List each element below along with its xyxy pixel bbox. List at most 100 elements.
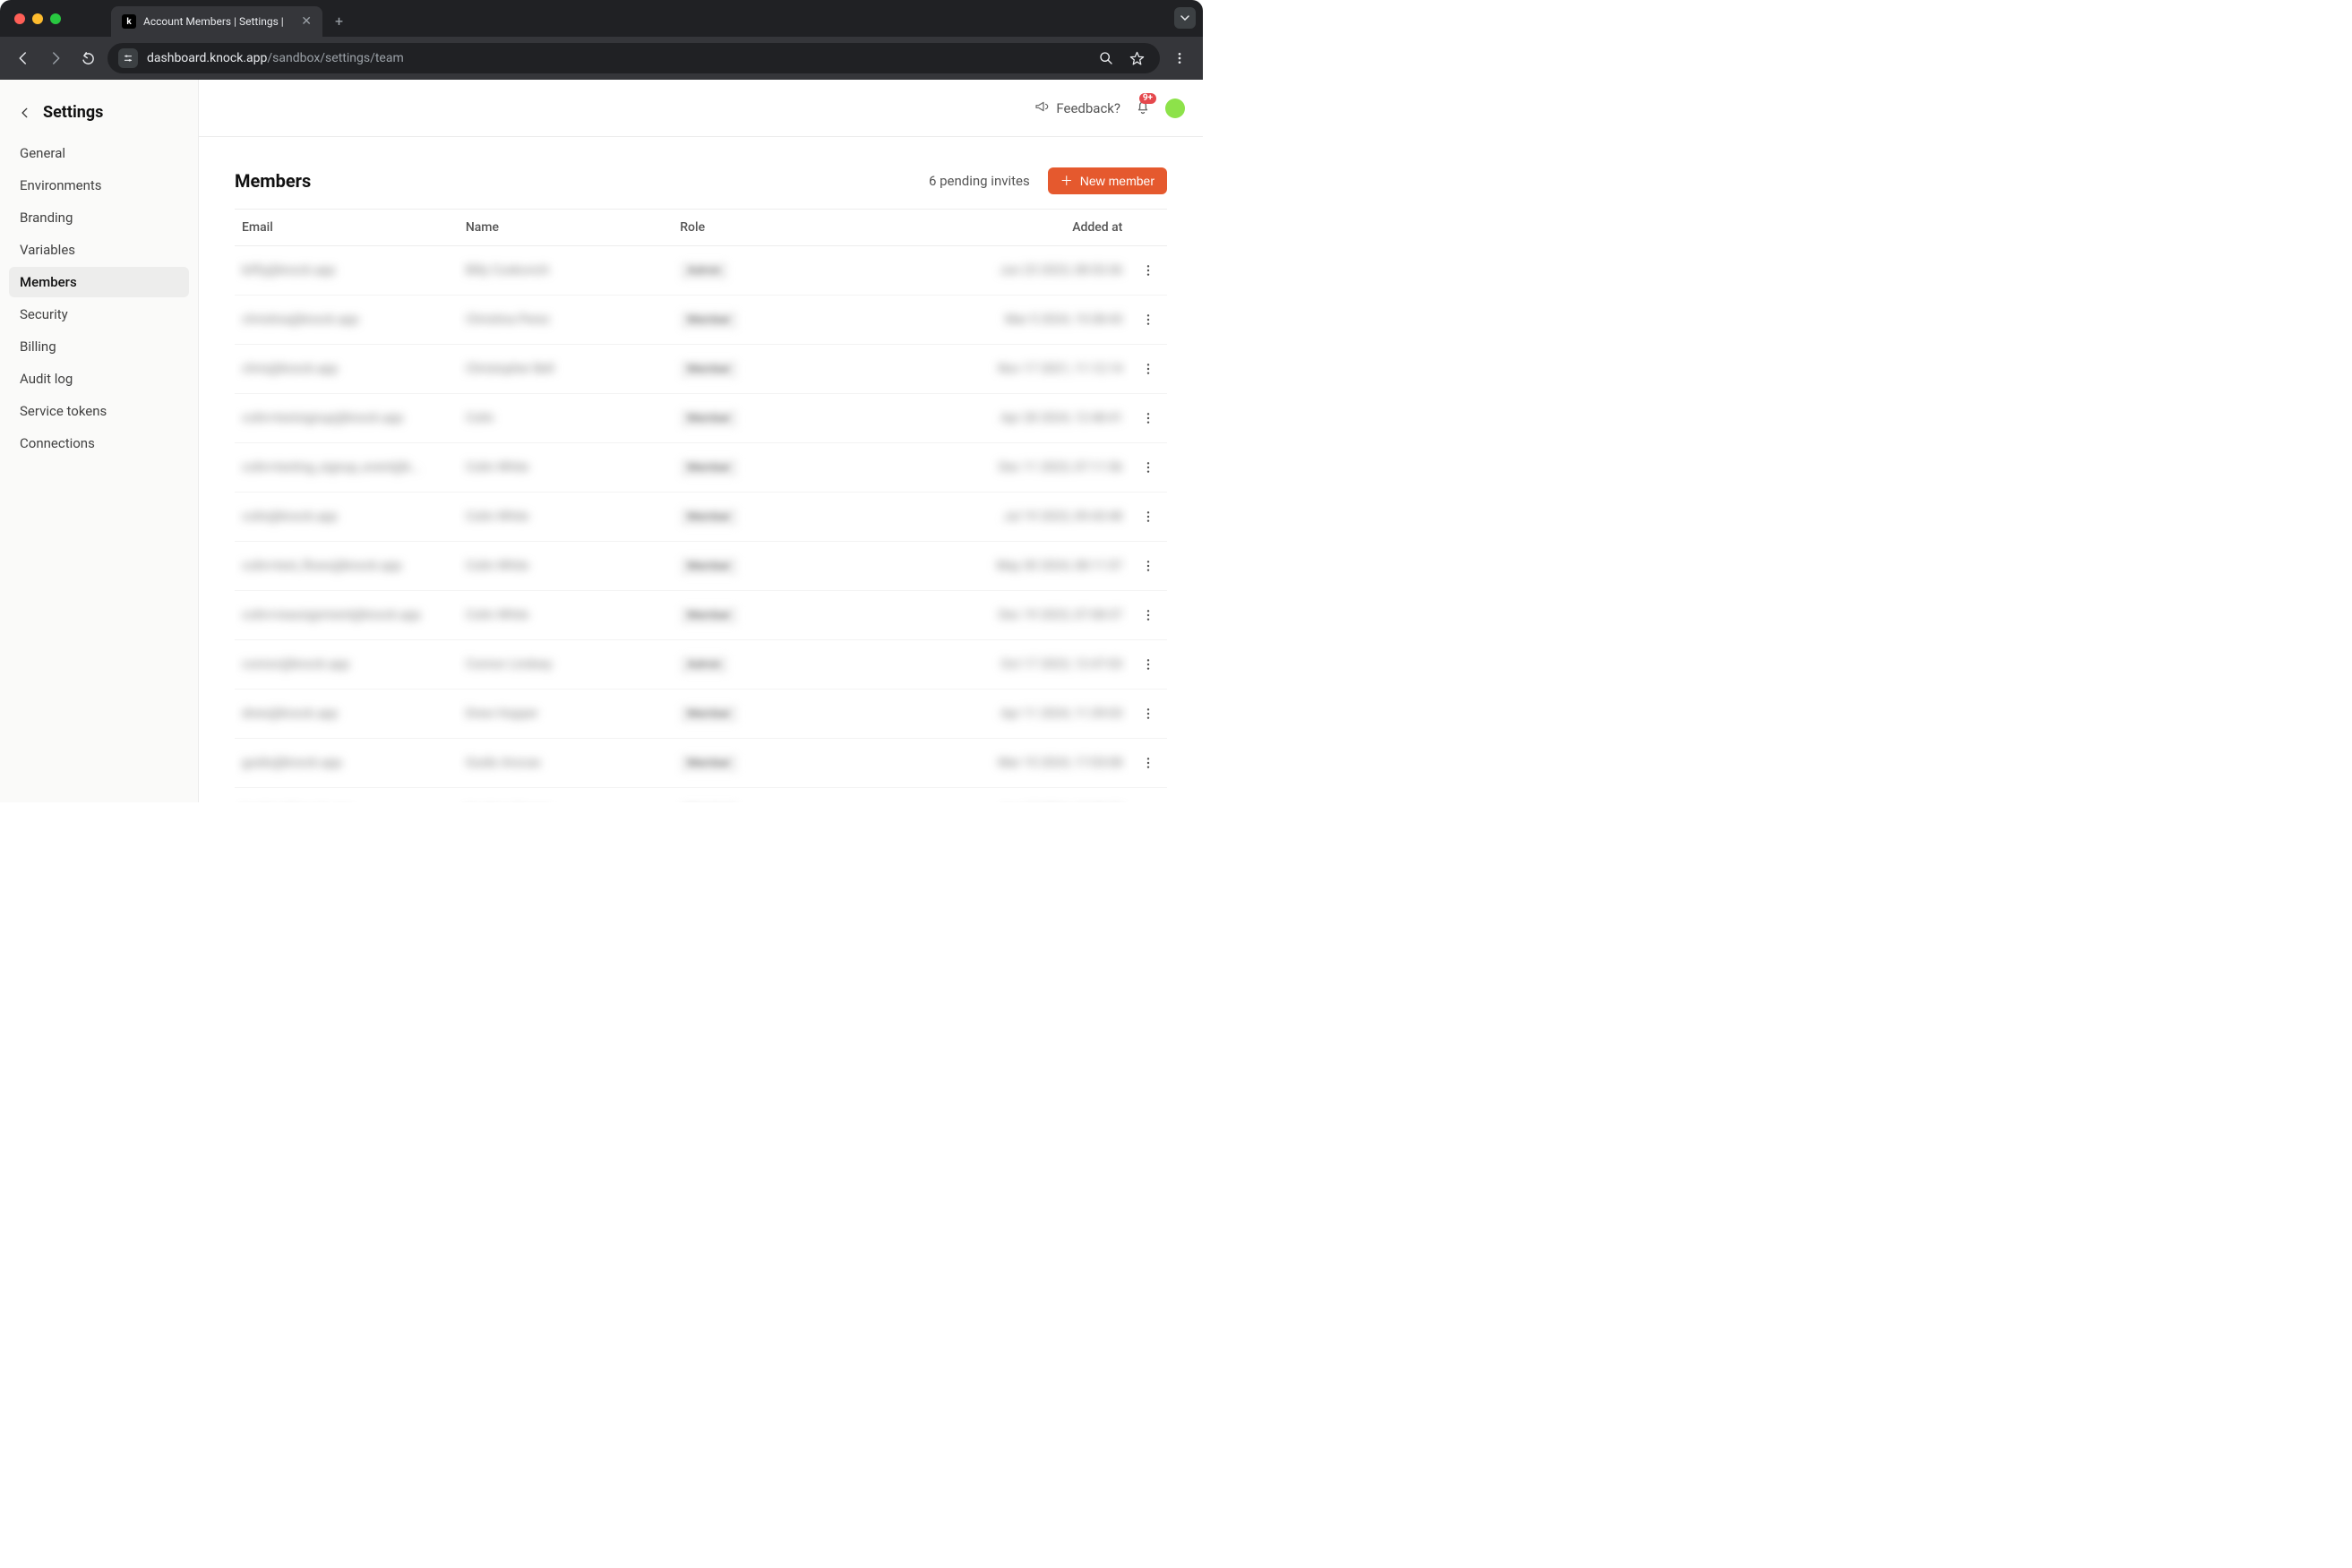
new-tab-button[interactable]: +	[335, 13, 343, 30]
cell-added-at: Mar 15 2024, 17:03:08	[878, 739, 1129, 788]
page-title: Members	[235, 170, 311, 192]
cell-actions	[1129, 542, 1167, 591]
table-row: colin+testing_signup_event@k...Colin Whi…	[235, 443, 1167, 493]
sidebar-item-environments[interactable]: Environments	[9, 170, 189, 201]
row-menu-button[interactable]	[1137, 654, 1159, 675]
cell-email: colin+testing_signup_event@k...	[235, 443, 459, 493]
sidebar-item-general[interactable]: General	[9, 138, 189, 168]
topbar: Feedback? 9+	[199, 80, 1203, 137]
browser-forward-button[interactable]	[43, 46, 68, 71]
cell-actions	[1129, 739, 1167, 788]
browser-tab-strip: k Account Members | Settings | ✕ +	[0, 0, 1203, 37]
col-header-email: Email	[235, 210, 459, 246]
cell-role: Member	[673, 542, 878, 591]
cell-name: Colin White	[459, 493, 673, 542]
cell-role: Member	[673, 443, 878, 493]
cell-added-at: Jun 23 2023, 08:53:36	[878, 246, 1129, 296]
cell-actions	[1129, 493, 1167, 542]
sidebar-item-connections[interactable]: Connections	[9, 428, 189, 458]
sidebar-title: Settings	[43, 103, 103, 122]
row-menu-button[interactable]	[1137, 801, 1159, 802]
cell-role: Admin	[673, 246, 878, 296]
cell-added-at: Oct 17 2023, 12:47:03	[878, 640, 1129, 690]
sidebar-item-variables[interactable]: Variables	[9, 235, 189, 265]
row-menu-button[interactable]	[1137, 457, 1159, 478]
sidebar-item-branding[interactable]: Branding	[9, 202, 189, 233]
cell-added-at: Mar 5 2024, 15:38:43	[878, 296, 1129, 345]
new-member-label: New member	[1080, 174, 1155, 188]
table-row: chris@knock.appChristopher BellMemberNov…	[235, 345, 1167, 394]
members-table: Email Name Role Added at biffy@knock.app…	[235, 209, 1167, 802]
table-row: colin+reassignment@knock.appColin WhiteM…	[235, 591, 1167, 640]
browser-back-button[interactable]	[11, 46, 36, 71]
feedback-button[interactable]: Feedback?	[1034, 99, 1120, 117]
cell-role: Member	[673, 788, 878, 802]
back-icon[interactable]	[16, 104, 34, 122]
sidebar-item-security[interactable]: Security	[9, 299, 189, 330]
cell-actions	[1129, 296, 1167, 345]
row-menu-button[interactable]	[1137, 703, 1159, 724]
cell-role: Member	[673, 296, 878, 345]
pending-invites-link[interactable]: 6 pending invites	[929, 173, 1030, 189]
cell-actions	[1129, 788, 1167, 802]
cell-name: Connor Lindsey	[459, 640, 673, 690]
browser-tab[interactable]: k Account Members | Settings | ✕	[111, 6, 322, 37]
bookmark-star-icon[interactable]	[1124, 46, 1149, 71]
cell-role: Member	[673, 394, 878, 443]
window-controls	[14, 13, 61, 24]
table-row: drew@knock.appDrew HopperMemberApr 11 20…	[235, 690, 1167, 739]
site-settings-icon[interactable]	[118, 48, 138, 68]
row-menu-button[interactable]	[1137, 506, 1159, 527]
row-menu-button[interactable]	[1137, 358, 1159, 380]
table-row: christina@knock.appChristina PerezMember…	[235, 296, 1167, 345]
cell-role: Member	[673, 690, 878, 739]
table-row: colin+testsignup@knock.appColinMemberApr…	[235, 394, 1167, 443]
window-maximize-button[interactable]	[50, 13, 61, 24]
url-bar[interactable]: dashboard.knock.app/sandbox/settings/tea…	[107, 43, 1160, 73]
sidebar-item-audit-log[interactable]: Audit log	[9, 364, 189, 394]
browser-toolbar: dashboard.knock.app/sandbox/settings/tea…	[0, 37, 1203, 80]
row-menu-button[interactable]	[1137, 555, 1159, 577]
cell-email: connor@knock.app	[235, 640, 459, 690]
new-member-button[interactable]: ＋ New member	[1048, 167, 1167, 194]
content-header: Members 6 pending invites ＋ New member	[235, 167, 1167, 194]
row-menu-button[interactable]	[1137, 260, 1159, 281]
cell-actions	[1129, 246, 1167, 296]
avatar[interactable]	[1165, 99, 1185, 118]
table-row: biffy@knock.appBilly CoskovichAdminJun 2…	[235, 246, 1167, 296]
table-row: guido@knock.appGuido ArocasMemberMar 15 …	[235, 739, 1167, 788]
row-menu-button[interactable]	[1137, 752, 1159, 774]
cell-role: Member	[673, 493, 878, 542]
row-menu-button[interactable]	[1137, 309, 1159, 330]
cell-name: Colin White	[459, 443, 673, 493]
cell-actions	[1129, 345, 1167, 394]
sidebar-item-billing[interactable]: Billing	[9, 331, 189, 362]
table-row: hashim@knock.appHashim WarrenMemberJun 1…	[235, 788, 1167, 802]
window-close-button[interactable]	[14, 13, 25, 24]
window-minimize-button[interactable]	[32, 13, 43, 24]
cell-email: guido@knock.app	[235, 739, 459, 788]
cell-email: hashim@knock.app	[235, 788, 459, 802]
plus-icon: ＋	[1060, 175, 1073, 187]
row-menu-button[interactable]	[1137, 604, 1159, 626]
cell-added-at: Dec 11 2023, 07:11:56	[878, 443, 1129, 493]
cell-email: colin+reassignment@knock.app	[235, 591, 459, 640]
tab-overflow-button[interactable]	[1174, 7, 1196, 29]
sidebar-item-members[interactable]: Members	[9, 267, 189, 297]
sidebar-item-service-tokens[interactable]: Service tokens	[9, 396, 189, 426]
cell-name: Drew Hopper	[459, 690, 673, 739]
row-menu-button[interactable]	[1137, 407, 1159, 429]
browser-reload-button[interactable]	[75, 46, 100, 71]
cell-name: Colin White	[459, 591, 673, 640]
settings-sidebar: Settings GeneralEnvironmentsBrandingVari…	[0, 80, 199, 802]
tab-title: Account Members | Settings |	[143, 15, 294, 28]
browser-menu-button[interactable]	[1167, 46, 1192, 71]
cell-email: drew@knock.app	[235, 690, 459, 739]
col-header-actions	[1129, 210, 1167, 246]
zoom-icon[interactable]	[1094, 46, 1119, 71]
notification-badge: 9+	[1139, 93, 1156, 104]
tab-close-icon[interactable]: ✕	[301, 14, 312, 29]
cell-email: christina@knock.app	[235, 296, 459, 345]
cell-name: Billy Coskovich	[459, 246, 673, 296]
notifications-button[interactable]: 9+	[1135, 99, 1151, 118]
